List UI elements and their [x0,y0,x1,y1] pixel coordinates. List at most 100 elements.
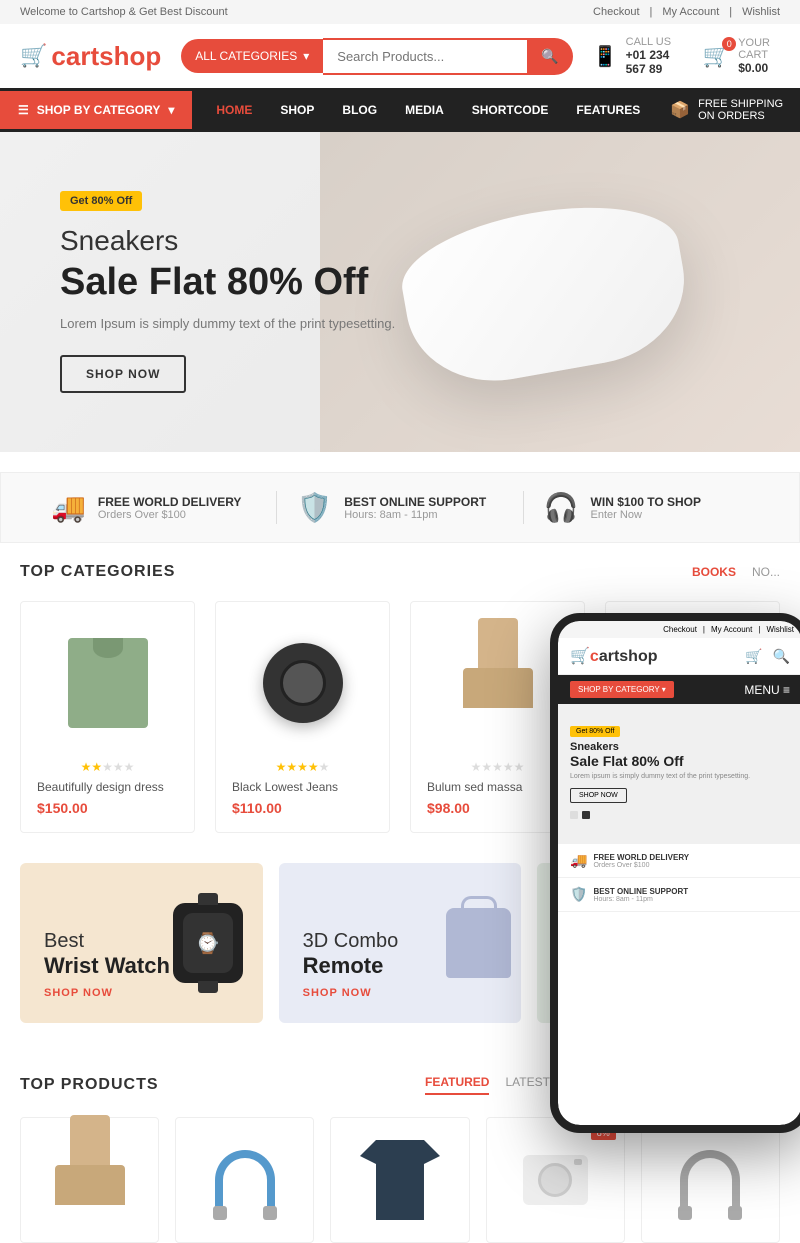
mobile-hero-desc: Lorem ipsum is simply dummy text of the … [570,773,790,780]
category-product-2[interactable]: ★★★★★ Black Lowest Jeans $110.00 [215,601,390,833]
my-account-link[interactable]: My Account [662,6,719,18]
mobile-feature-support: 🛡️ BEST ONLINE SUPPORT Hours: 8am - 11pm [558,878,800,912]
hero-title: Sale Flat 80% Off [60,261,395,304]
logo[interactable]: 🛒 cartshop [20,41,161,72]
category-select[interactable]: ALL CATEGORIES ▾ [181,39,323,73]
win-title: WIN $100 TO SHOP [591,495,701,509]
nav-links: HOME SHOP BLOG MEDIA SHORTCODE FEATURES [192,91,654,129]
camera-illustration [263,643,343,723]
features-bar: 🚚 FREE WORLD DELIVERY Orders Over $100 🛡… [0,472,800,543]
hero-section: Get 80% Off Sneakers Sale Flat 80% Off L… [0,132,800,452]
bag-image [446,908,511,978]
win-sub: Enter Now [591,509,701,521]
mobile-hero-badge: Get 80% Off [570,726,620,737]
mobile-phone-overlay: Checkout | My Account | Wishlist 🛒cartsh… [550,613,800,1133]
tp-img-headphone-silver [654,1130,767,1230]
feature-support: 🛡️ BEST ONLINE SUPPORT Hours: 8am - 11pm [277,491,523,524]
hero-description: Lorem Ipsum is simply dummy text of the … [60,316,395,331]
cart-info: YOUR CART $0.00 [738,37,780,75]
tab-latest[interactable]: LATEST [505,1075,549,1095]
tp-camera-illustration [523,1155,588,1205]
feature-delivery-text: FREE WORLD DELIVERY Orders Over $100 [98,495,242,521]
product-img-3 [427,618,568,748]
nav-link-home[interactable]: HOME [202,91,266,129]
call-us: 📱 CALL US +01 234 567 89 [593,36,683,76]
mobile-nav: SHOP BY CATEGORY ▾ MENU ≡ [558,675,800,704]
dot-1 [570,811,578,819]
product-name-2: Black Lowest Jeans [232,780,373,794]
tab-featured[interactable]: FEATURED [425,1075,489,1095]
categories-header: TOP CATEGORIES BOOKS NO... [20,563,780,581]
watch-image: ⌚ [173,903,243,983]
sneaker-illustration [393,189,697,395]
delivery-icon: 🚚 [51,491,86,524]
top-product-chair[interactable] [20,1117,159,1243]
top-product-dark-shirt[interactable] [330,1117,469,1243]
support-icon: 🛡️ [297,491,332,524]
shop-by-cat-label: SHOP BY CATEGORY [37,103,161,117]
hero-subtitle: Sneakers [60,225,395,257]
hero-content: Get 80% Off Sneakers Sale Flat 80% Off L… [60,191,395,393]
mobile-divider2: | [758,625,760,634]
tp-img-chair [33,1130,146,1230]
category-product-1[interactable]: ★★★★★ Beautifully design dress $150.00 [20,601,195,833]
shipping-icon: 📦 [670,100,690,120]
product-price-2: $110.00 [232,800,373,816]
call-label: CALL US [626,36,683,48]
cart-widget[interactable]: 🛒 0 YOUR CART $0.00 [703,37,780,75]
mobile-shop-now-button[interactable]: SHOP NOW [570,788,627,803]
checkout-link[interactable]: Checkout [593,6,639,18]
top-products-grid: 8% [20,1117,780,1243]
nav-link-shop[interactable]: SHOP [266,91,328,129]
product-img-2 [232,618,373,748]
mobile-support-sub: Hours: 8am - 11pm [593,896,688,903]
hero-badge: Get 80% Off [60,191,142,211]
mobile-feature-delivery: 🚚 FREE WORLD DELIVERY Orders Over $100 [558,844,800,878]
mobile-delivery-text: FREE WORLD DELIVERY Orders Over $100 [593,853,689,869]
call-number: +01 234 567 89 [626,48,683,76]
mobile-screen: Checkout | My Account | Wishlist 🛒cartsh… [558,621,800,1125]
search-input[interactable] [323,38,527,75]
shirt-illustration [68,638,148,728]
product-name-1: Beautifully design dress [37,780,178,794]
nav-link-media[interactable]: MEDIA [391,91,458,129]
dot-2 [582,811,590,819]
bag-illustration [446,908,511,978]
mobile-top-bar: Checkout | My Account | Wishlist [558,621,800,638]
top-product-headphone-silver[interactable] [641,1117,780,1243]
delivery-title: FREE WORLD DELIVERY [98,495,242,509]
nav-link-shortcode[interactable]: SHORTCODE [458,91,563,129]
top-product-camera[interactable]: 8% [486,1117,625,1243]
tp-img-camera [499,1130,612,1230]
search-button[interactable]: 🔍 [527,38,572,75]
chevron-down-icon: ▾ [303,49,309,63]
tab-no[interactable]: NO... [752,565,780,579]
hero-shop-now-button[interactable]: SHOP NOW [60,355,186,393]
mobile-hero-title: Sale Flat 80% Off [570,753,790,769]
main-nav: ☰ SHOP BY CATEGORY ▾ HOME SHOP BLOG MEDI… [0,88,800,132]
cart-amount: $0.00 [738,61,780,75]
category-label: ALL CATEGORIES [195,49,297,63]
mobile-account: My Account [711,625,752,634]
tp-img-dark-shirt [343,1130,456,1230]
promo-bag-btn[interactable]: SHOP NOW [303,987,498,999]
divider1: | [650,6,653,18]
logo-text: cartshop [51,41,161,72]
support-title: BEST ONLINE SUPPORT [344,495,486,509]
search-area: ALL CATEGORIES ▾ 🔍 [181,38,573,75]
nav-link-blog[interactable]: BLOG [328,91,391,129]
nav-link-features[interactable]: FEATURES [562,91,654,129]
mobile-hero: Get 80% Off Sneakers Sale Flat 80% Off L… [558,704,800,844]
product-name-3: Bulum sed massa [427,780,568,794]
tp-dark-shirt-illustration [360,1140,440,1220]
shop-by-category[interactable]: ☰ SHOP BY CATEGORY ▾ [0,91,192,129]
top-product-headphone-blue[interactable] [175,1117,314,1243]
win-icon: 🎧 [544,491,579,524]
wishlist-link[interactable]: Wishlist [742,6,780,18]
categories-tabs: BOOKS NO... [692,565,780,579]
cart-icon-wrap: 🛒 0 [703,43,730,69]
promo-bag: 3D Combo Remote SHOP NOW [279,863,522,1023]
mobile-wishlist: Wishlist [766,625,794,634]
tab-books[interactable]: BOOKS [692,565,736,579]
top-products-title: TOP PRODUCTS [20,1076,159,1094]
